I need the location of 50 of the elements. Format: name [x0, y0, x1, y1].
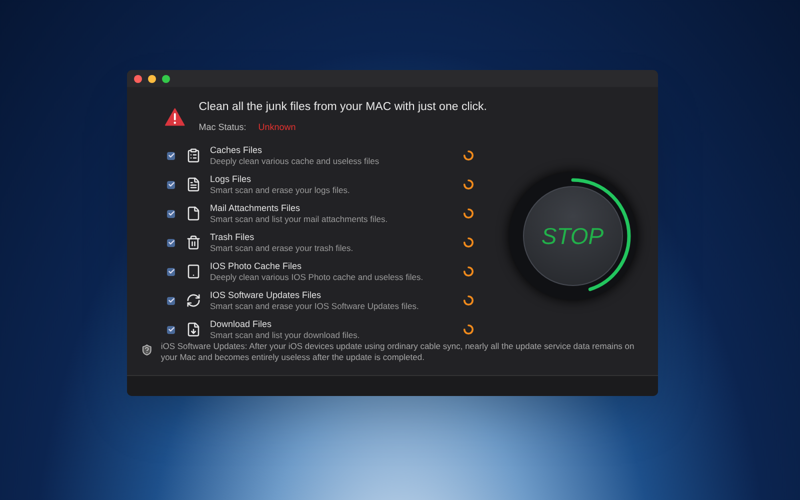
loading-spinner-icon: [463, 150, 474, 162]
check-icon: [168, 268, 174, 276]
refresh-icon: [186, 293, 201, 308]
info-note: iOS Software Updates: After your iOS devices update using ordinary cable sync, nearly all the update service data remains on your Mac and becomes entirely useless after the update is completed.: [160, 340, 636, 363]
item-title: Caches Files: [210, 144, 264, 156]
item-title: IOS Software Updates Files: [210, 290, 322, 301]
stop-button[interactable]: STOP: [522, 186, 622, 286]
trash-icon: [186, 235, 201, 250]
clipboard-icon: [186, 148, 201, 164]
item-title: Trash Files: [210, 232, 256, 243]
loading-spinner-icon: [463, 179, 474, 190]
loading-spinner-icon: [463, 295, 474, 306]
checkbox[interactable]: [167, 238, 175, 247]
zoom-button[interactable]: [162, 74, 170, 83]
check-icon: [168, 297, 174, 304]
loading-spinner-icon: [463, 324, 474, 336]
item-title: Logs Files: [210, 174, 252, 185]
item-description: Deeply clean various cache and useless files: [210, 156, 380, 167]
close-button[interactable]: [134, 74, 142, 83]
status-label: Mac Status:: [198, 121, 246, 134]
tablet-icon: [186, 264, 201, 280]
minimize-button[interactable]: [148, 74, 156, 83]
document-icon: [186, 177, 201, 192]
checkbox[interactable]: [167, 210, 175, 218]
check-icon: [168, 326, 174, 334]
file-download-icon: [186, 322, 201, 338]
item-description: Smart scan and erase your trash files.: [210, 242, 354, 254]
check-icon: [168, 239, 174, 246]
checkbox[interactable]: [167, 296, 175, 305]
item-description: Smart scan and erase your IOS Software Updates files.: [210, 300, 420, 312]
headline: Clean all the junk files from your MAC with just one click.: [198, 100, 487, 116]
checkbox[interactable]: [167, 268, 175, 276]
item-description: Smart scan and erase your logs files.: [210, 184, 351, 196]
item-title: Download Files: [210, 318, 273, 330]
check-icon: [168, 181, 174, 188]
item-description: Smart scan and list your mail attachments files.: [210, 214, 389, 225]
item-description: Deeply clean various IOS Photo cache and useless files.: [210, 272, 424, 283]
item-title: IOS Photo Cache Files: [210, 260, 303, 272]
status-value: Unknown: [258, 121, 296, 134]
loading-spinner-icon: [463, 237, 474, 248]
loading-spinner-icon: [463, 208, 474, 220]
file-icon: [186, 206, 201, 222]
checkbox[interactable]: [167, 180, 175, 189]
check-icon: [168, 152, 174, 160]
item-description: Smart scan and list your download files.: [210, 330, 361, 341]
loading-spinner-icon: [463, 266, 474, 278]
checkbox[interactable]: [167, 326, 175, 334]
checkbox[interactable]: [167, 152, 175, 160]
item-title: Mail Attachments Files: [210, 202, 302, 214]
check-icon: [168, 210, 174, 218]
